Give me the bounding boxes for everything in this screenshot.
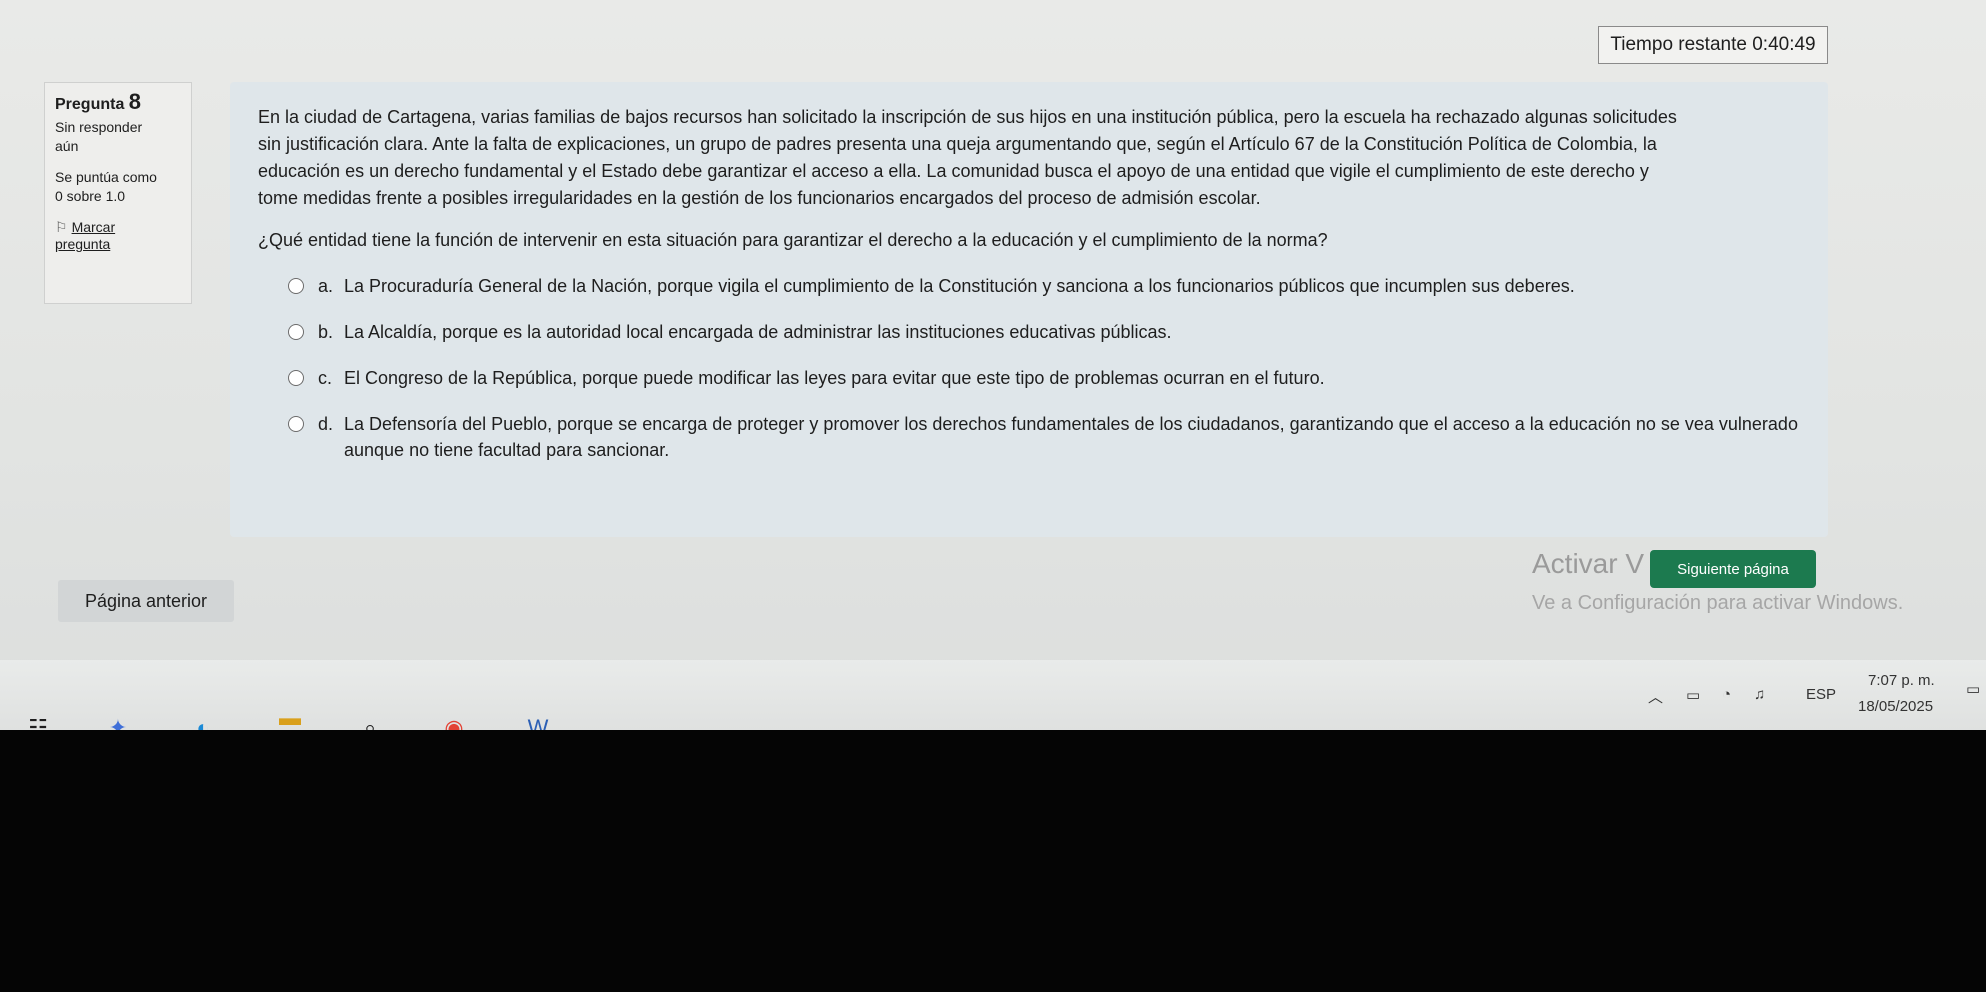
flag-question-link[interactable]: ⚐ Marcar — [55, 219, 181, 236]
edge-icon[interactable]: ◐ — [185, 710, 221, 730]
answer-text: La Procuraduría General de la Nación, po… — [344, 276, 1575, 296]
flag-icon: ⚐ — [55, 219, 68, 235]
answer-status: Sin responder — [55, 119, 143, 135]
question-number: Pregunta 8 — [55, 89, 142, 114]
score-value: 0 sobre 1.0 — [55, 188, 126, 204]
previous-page-button[interactable]: Página anterior — [58, 580, 234, 622]
tray-overflow-icon[interactable]: ︿ — [1648, 686, 1663, 707]
notification-icon[interactable]: ▭ — [1966, 680, 1980, 698]
task-view-icon[interactable]: ☷ — [20, 710, 56, 730]
score-label: Se puntúa como — [55, 169, 157, 185]
question-panel: En la ciudad de Cartagena, varias famili… — [230, 82, 1828, 537]
activate-windows-subtitle: Ve a Configuración para activar Windows. — [1532, 592, 1904, 614]
question-line: sin justificación clara. Ante la falta d… — [258, 134, 1657, 154]
search-icon[interactable]: ⌕ — [352, 710, 388, 730]
copilot-icon[interactable]: ✦ — [100, 710, 136, 730]
answer-option-c[interactable]: c. El Congreso de la República, porque p… — [288, 365, 1806, 391]
flag-label-2[interactable]: pregunta — [55, 236, 181, 253]
answer-option-b[interactable]: b. La Alcaldía, porque es la autoridad l… — [288, 319, 1806, 345]
chrome-icon[interactable]: ◉ — [436, 710, 472, 730]
radio-button[interactable] — [288, 324, 304, 340]
answer-options: a. La Procuraduría General de la Nación,… — [258, 273, 1806, 463]
clock-time[interactable]: 7:07 p. m. — [1868, 672, 1935, 689]
question-line: En la ciudad de Cartagena, varias famili… — [258, 107, 1677, 127]
screen: Tiempo restante 0:40:49 Pregunta 8 Sin r… — [0, 0, 1986, 730]
battery-icon[interactable]: ▭ — [1686, 686, 1700, 704]
answer-text: La Alcaldía, porque es la autoridad loca… — [344, 322, 1172, 342]
file-explorer-icon[interactable]: ▬ — [272, 700, 308, 730]
volume-icon[interactable]: ♫ — [1754, 686, 1765, 703]
question-line: tome medidas frente a posibles irregular… — [258, 188, 1261, 208]
answer-option-d[interactable]: d. La Defensoría del Pueblo, porque se e… — [288, 411, 1806, 463]
next-page-button[interactable]: Siguiente página — [1650, 550, 1816, 588]
wifi-icon[interactable]: ◔ — [1722, 686, 1731, 703]
radio-button[interactable] — [288, 370, 304, 386]
question-info-panel: Pregunta 8 Sin responder aún Se puntúa c… — [44, 82, 192, 304]
question-line: educación es un derecho fundamental y el… — [258, 161, 1649, 181]
answer-status-2: aún — [55, 138, 79, 154]
time-remaining: Tiempo restante 0:40:49 — [1598, 26, 1828, 64]
radio-button[interactable] — [288, 416, 304, 432]
answer-text: La Defensoría del Pueblo, porque se enca… — [344, 414, 1798, 460]
flag-label: Marcar — [71, 219, 116, 235]
activate-windows-title: Activar V — [1532, 548, 1645, 579]
word-icon[interactable]: W — [520, 710, 556, 730]
clock-date[interactable]: 18/05/2025 — [1858, 698, 1933, 715]
monitor-bezel — [0, 730, 1986, 992]
radio-button[interactable] — [288, 278, 304, 294]
question-text: En la ciudad de Cartagena, varias famili… — [258, 104, 1818, 212]
answer-text: El Congreso de la República, porque pued… — [344, 368, 1325, 388]
answer-option-a[interactable]: a. La Procuraduría General de la Nación,… — [288, 273, 1806, 299]
question-prompt: ¿Qué entidad tiene la función de interve… — [258, 230, 1328, 250]
language-indicator[interactable]: ESP — [1806, 686, 1836, 703]
